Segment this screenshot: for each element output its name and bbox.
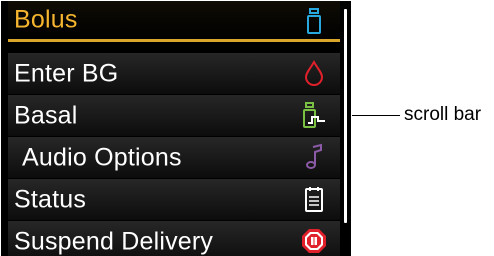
menu-item-suspend-delivery[interactable]: Suspend Delivery — [8, 221, 340, 256]
clipboard-icon — [305, 187, 323, 212]
menu-item-label: Suspend Delivery — [14, 227, 214, 255]
pump-screen: Bolus Enter BG Basal Audio Options Statu… — [1, 1, 351, 256]
blood-drop-icon — [304, 59, 324, 86]
scroll-bar-callout-label: scroll bar — [404, 104, 482, 125]
menu-item-audio-options[interactable]: Audio Options — [8, 137, 340, 178]
menu-item-status[interactable]: Status — [8, 179, 340, 220]
menu-item-label: Bolus — [14, 5, 78, 34]
scroll-bar-callout-line — [352, 115, 400, 116]
menu-item-bolus[interactable]: Bolus — [8, 1, 340, 42]
scroll-bar[interactable] — [344, 9, 347, 223]
menu-item-label: Status — [14, 185, 87, 213]
menu-item-label: Audio Options — [22, 143, 182, 171]
music-note-icon — [306, 143, 322, 169]
stop-pause-icon — [302, 229, 326, 253]
menu-item-basal[interactable]: Basal — [8, 95, 340, 136]
menu-item-label: Enter BG — [14, 59, 119, 87]
menu-item-label: Basal — [14, 101, 78, 129]
menu-item-enter-bg[interactable]: Enter BG — [8, 53, 340, 94]
insulin-cartridge-icon — [307, 8, 321, 34]
basal-cartridge-icon — [303, 102, 325, 128]
